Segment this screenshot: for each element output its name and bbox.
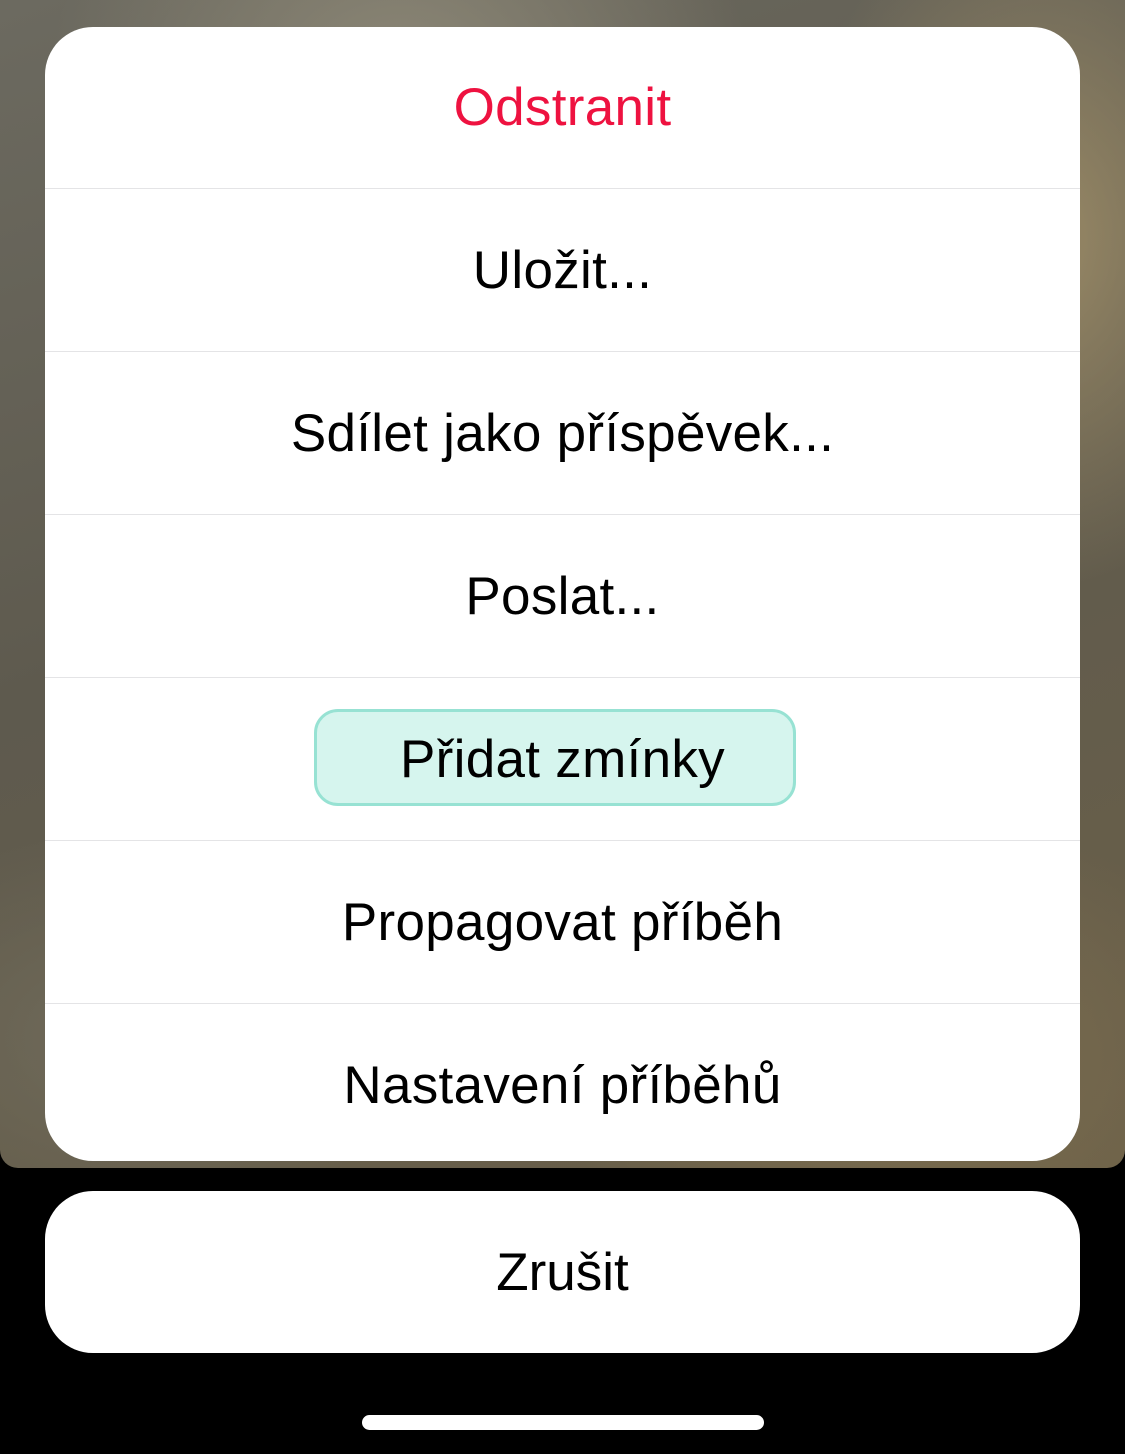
promote-story-button[interactable]: Propagovat příběh (45, 840, 1080, 1003)
send-button[interactable]: Poslat... (45, 514, 1080, 677)
delete-button-label: Odstranit (453, 78, 672, 137)
share-as-post-button-label: Sdílet jako příspěvek... (290, 403, 835, 463)
story-settings-button-label: Nastavení příběhů (343, 1055, 782, 1115)
add-mentions-button-label: Přidat zmínky (400, 729, 725, 789)
save-button[interactable]: Uložit... (45, 188, 1080, 351)
promote-story-button-label: Propagovat příběh (341, 892, 784, 952)
send-button-label: Poslat... (465, 566, 660, 626)
home-indicator[interactable] (362, 1415, 764, 1430)
story-settings-button[interactable]: Nastavení příběhů (45, 1003, 1080, 1161)
cancel-button[interactable]: Zrušit (45, 1191, 1080, 1353)
save-button-label: Uložit... (472, 240, 653, 300)
share-as-post-button[interactable]: Sdílet jako příspěvek... (45, 351, 1080, 514)
delete-button[interactable]: Odstranit (45, 27, 1080, 188)
action-sheet: Odstranit Uložit... Sdílet jako příspěve… (45, 27, 1080, 1161)
cancel-button-label: Zrušit (496, 1242, 629, 1302)
add-mentions-button[interactable]: Přidat zmínky (45, 677, 1080, 840)
